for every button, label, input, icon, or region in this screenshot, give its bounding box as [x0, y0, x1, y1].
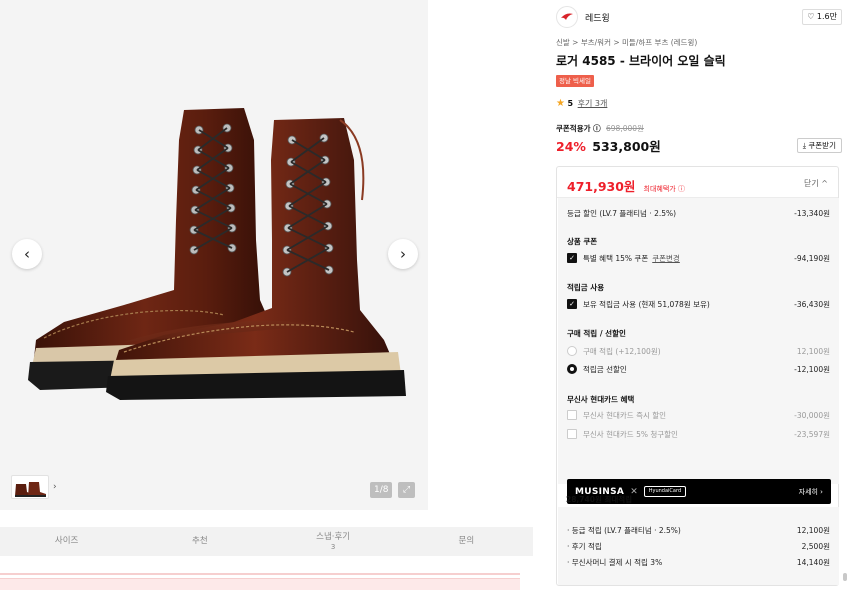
pre-discount-label: 적립금 선할인 — [583, 364, 627, 374]
breadcrumb[interactable]: 신발 > 부츠/워커 > 미들/하프 부츠 (레드윙) — [556, 37, 697, 48]
points-label: 보유 적립금 사용 (현재 51,078원 보유) — [583, 299, 710, 309]
money-points-amount: 14,140원 — [796, 557, 830, 567]
purchase-points-amount: 12,100원 — [796, 346, 830, 356]
chevron-right-icon: › — [400, 245, 406, 263]
points-breakdown: · 등급 적립 (LV.7 플래티넘 · 2.5%) 12,100원 · 후기 … — [558, 507, 839, 585]
purchase-section-title: 구매 적립 / 선할인 — [567, 329, 626, 338]
like-button[interactable]: ♡ 1.6만 — [802, 9, 842, 25]
coupon-amount: -94,190원 — [794, 253, 830, 263]
expand-button[interactable]: ⤢ — [398, 482, 415, 498]
star-icon: ★ — [556, 98, 565, 109]
brand-name[interactable]: 레드윙 — [585, 11, 610, 24]
red-wing-logo-icon — [561, 13, 573, 20]
review-link[interactable]: 후기 3개 — [578, 99, 608, 108]
price-row: 24% 533,800원 — [556, 136, 661, 155]
rating-score: 5 — [567, 99, 574, 108]
image-counter: 1/8 — [370, 482, 393, 498]
review-points-amount: 2,500원 — [801, 541, 830, 551]
points-row[interactable]: ✓ 보유 적립금 사용 (현재 51,078원 보유) -36,430원 — [567, 297, 830, 311]
prev-image-button[interactable]: ‹ — [12, 239, 42, 269]
promo-bar — [0, 578, 520, 590]
tab-label: 스냅·후기 — [316, 532, 351, 542]
brand-row: 레드윙 ♡ 1.6만 — [556, 6, 842, 28]
coupon-row[interactable]: ✓ 특별 혜택 15% 쿠폰 쿠폰변경 -94,190원 — [567, 251, 830, 265]
divider — [0, 573, 520, 575]
money-points-row: · 무신사머니 결제 시 적립 3% 14,140원 — [567, 555, 830, 569]
coupon-price-label: 쿠폰적용가 ⓘ — [556, 124, 601, 133]
grade-points-row: · 등급 적립 (LV.7 플래티넘 · 2.5%) 12,100원 — [567, 523, 830, 537]
points-section-title: 적립금 사용 — [567, 283, 605, 292]
product-page: ‹ › › 1/8 ⤢ 사이즈 추천 스냅·후기 3 문의 레드윙 ♡ 1.6만… — [0, 0, 850, 590]
checkbox-checked[interactable]: ✓ — [567, 299, 577, 309]
brand-logo[interactable] — [556, 6, 578, 28]
product-image — [28, 108, 406, 400]
tab-size[interactable]: 사이즈 — [0, 527, 133, 556]
expand-icon: ⤢ — [402, 485, 411, 495]
purchase-points-label: 구매 적립 (+12,100원) — [583, 346, 661, 356]
card-section-title: 무신사 현대카드 혜택 — [567, 395, 635, 404]
benefit-panel: 471,930원 최대혜택가 ⓘ 닫기 ^ 등급 할인 (LV.7 플래티넘 ·… — [556, 166, 839, 586]
thumbnail-chevron[interactable]: › — [53, 482, 57, 492]
pre-discount-row[interactable]: 적립금 선할인 -12,100원 — [567, 362, 830, 376]
discount-rate: 24% — [556, 139, 586, 154]
benefit-header[interactable]: 471,930원 최대혜택가 ⓘ 닫기 ^ — [557, 167, 838, 198]
grade-discount-row: 등급 할인 (LV.7 플래티넘 · 2.5%) -13,340원 — [567, 206, 830, 220]
checkbox-checked[interactable]: ✓ — [567, 253, 577, 263]
grade-points-label: · 등급 적립 (LV.7 플래티넘 · 2.5%) — [567, 525, 681, 535]
product-tabs: 사이즈 추천 스냅·후기 3 문의 — [0, 527, 533, 556]
price-label-row: 쿠폰적용가 ⓘ 698,000원 — [556, 123, 644, 134]
chevron-left-icon: ‹ — [24, 245, 30, 263]
product-info-panel: 레드윙 ♡ 1.6만 신발 > 부츠/워커 > 미들/하프 부츠 (레드윙) 로… — [548, 0, 850, 590]
rating: ★ 5 후기 3개 — [556, 98, 607, 109]
max-benefit: 471,930원 최대혜택가 ⓘ — [567, 176, 685, 195]
close-benefits-button[interactable]: 닫기 ^ — [804, 178, 828, 189]
card-billing-amount: -23,597원 — [794, 429, 830, 439]
review-points-row: · 후기 적립 2,500원 — [567, 539, 830, 553]
checkbox-unchecked[interactable] — [567, 429, 577, 439]
checkbox-unchecked[interactable] — [567, 410, 577, 420]
grade-discount-label: 등급 할인 (LV.7 플래티넘 · 2.5%) — [567, 208, 677, 218]
tab-count: 3 — [330, 543, 336, 551]
card-billing-row[interactable]: 무신사 현대카드 5% 청구할인 -23,597원 — [567, 427, 830, 441]
tab-inquiry[interactable]: 문의 — [400, 527, 533, 556]
tab-label: 추천 — [192, 536, 208, 546]
max-points: 28,740원 최대적립 — [566, 495, 633, 504]
radio-unselected[interactable] — [567, 346, 577, 356]
max-benefit-label: 최대혜택가 ⓘ — [643, 185, 685, 193]
grade-points-amount: 12,100원 — [796, 525, 830, 535]
original-price: 698,000원 — [606, 124, 644, 133]
money-points-label: · 무신사머니 결제 시 적립 3% — [567, 557, 663, 567]
sale-badge: 정날 빅세일 — [556, 75, 594, 87]
benefit-details: 등급 할인 (LV.7 플래티넘 · 2.5%) -13,340원 상품 쿠폰 … — [558, 198, 839, 504]
coupon-section-title: 상품 쿠폰 — [567, 237, 598, 246]
tab-label: 사이즈 — [54, 536, 79, 546]
tab-snap-review[interactable]: 스냅·후기 3 — [267, 527, 400, 556]
grade-discount-amount: -13,340원 — [794, 208, 830, 218]
thumbnail-strip[interactable]: › — [11, 475, 57, 499]
get-coupon-button[interactable]: ⤓ 쿠폰받기 — [796, 138, 842, 153]
review-points-label: · 후기 적립 — [567, 541, 602, 551]
product-image-gallery: ‹ › › 1/8 ⤢ — [0, 0, 428, 510]
coupon-label: 특별 혜택 15% 쿠폰 — [583, 253, 649, 263]
card-instant-row[interactable]: 무신사 현대카드 즉시 할인 -30,000원 — [567, 408, 830, 422]
card-detail-link[interactable]: 자세히 › — [799, 487, 823, 497]
points-amount: -36,430원 — [794, 299, 830, 309]
purchase-points-row[interactable]: 구매 적립 (+12,100원) 12,100원 — [567, 344, 830, 358]
radio-selected[interactable] — [567, 364, 577, 374]
tab-label: 문의 — [458, 536, 475, 546]
scrollbar[interactable] — [843, 573, 847, 581]
card-instant-label: 무신사 현대카드 즉시 할인 — [583, 410, 667, 420]
tab-recommend[interactable]: 추천 — [133, 527, 266, 556]
card-instant-amount: -30,000원 — [794, 410, 830, 420]
hyundai-card-logo: HyundaiCard — [643, 486, 687, 497]
change-coupon-link[interactable]: 쿠폰변경 — [652, 253, 680, 264]
product-title: 로거 4585 - 브라이어 오일 슬릭 — [556, 54, 726, 68]
thumbnail-image[interactable] — [11, 475, 49, 499]
pre-discount-amount: -12,100원 — [794, 364, 830, 374]
card-billing-label: 무신사 현대카드 5% 청구할인 — [583, 429, 678, 439]
sale-price: 533,800원 — [592, 139, 661, 154]
next-image-button[interactable]: › — [388, 239, 418, 269]
max-benefit-price: 471,930원 — [567, 179, 636, 194]
